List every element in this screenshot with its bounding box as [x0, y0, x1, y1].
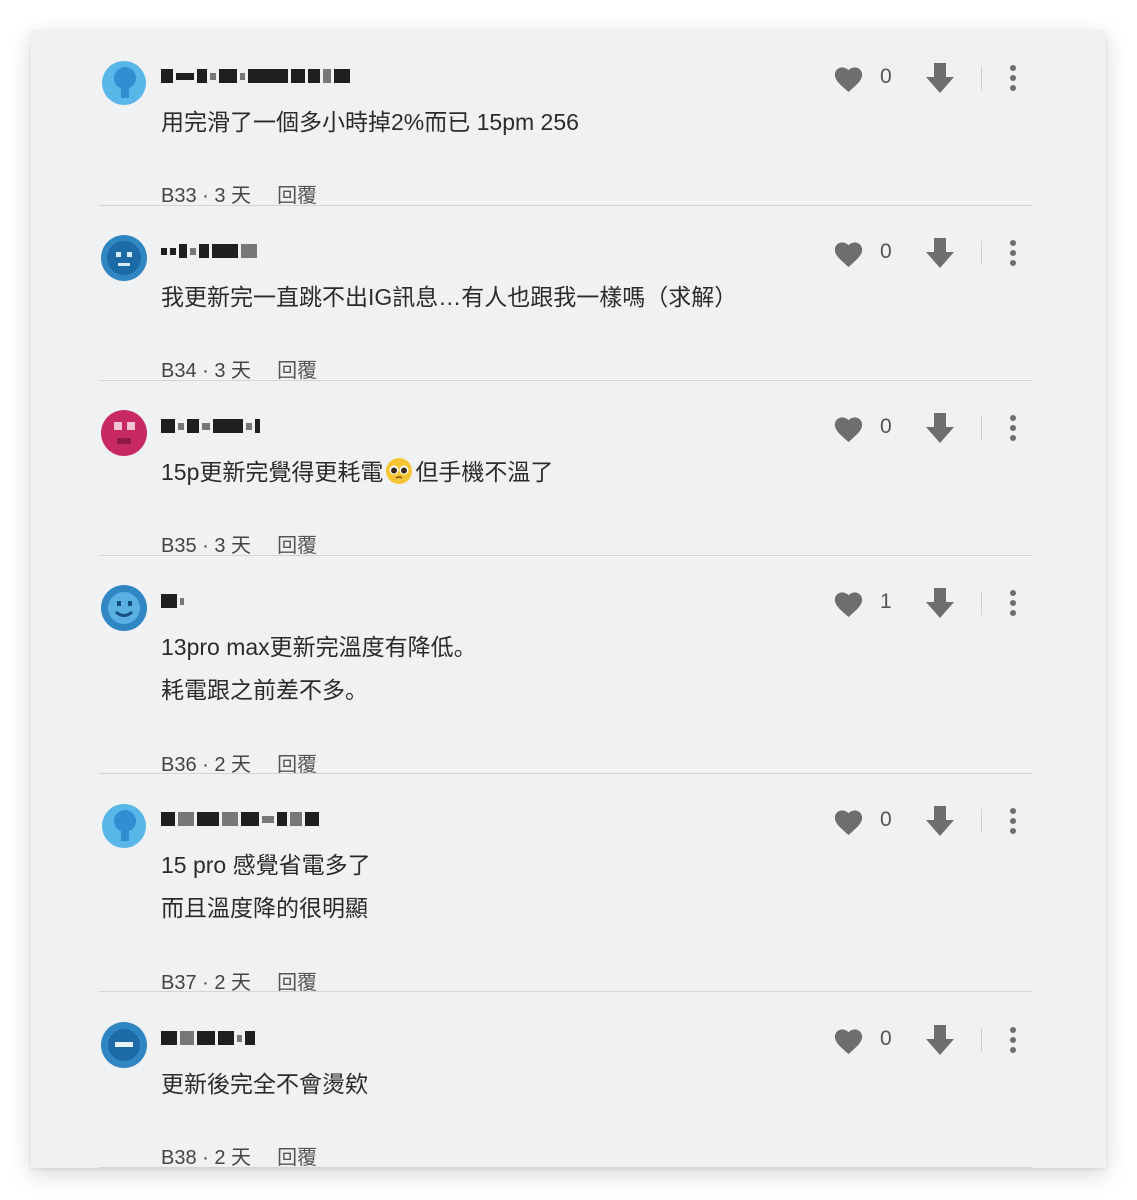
- divider: [981, 241, 982, 265]
- more-vertical-icon[interactable]: [1002, 806, 1024, 836]
- arrow-down-icon[interactable]: [924, 411, 956, 445]
- comment-meta: B35 · 3 天回覆: [161, 535, 318, 557]
- user-avatar[interactable]: [99, 233, 149, 283]
- arrow-down-icon[interactable]: [924, 236, 956, 270]
- more-vertical-icon[interactable]: [1002, 63, 1024, 93]
- comment-divider: [99, 205, 1032, 206]
- post-time: 3 天: [214, 185, 252, 207]
- comment-item: 15p更新完覺得更耗電 但手機不溫了 B35 · 3 天回覆 0: [99, 408, 1032, 557]
- comment-text-line: 15 pro 感覺省電多了: [161, 852, 371, 878]
- more-vertical-icon[interactable]: [1002, 588, 1024, 618]
- username-pixelated: [161, 417, 260, 435]
- divider: [981, 1028, 982, 1052]
- username-pixelated: [161, 67, 350, 85]
- divider: [981, 809, 982, 833]
- comment-text-part: 但手機不溫了: [415, 459, 554, 485]
- like-count: 0: [880, 240, 892, 263]
- comment-divider: [99, 555, 1032, 556]
- more-vertical-icon[interactable]: [1002, 238, 1024, 268]
- comment-text: 15 pro 感覺省電多了 而且溫度降的很明顯: [161, 844, 371, 930]
- comment-divider: [99, 991, 1032, 992]
- like-count: 0: [880, 65, 892, 88]
- floor-number: B33: [161, 185, 197, 207]
- comment-text-line: 用完滑了一個多小時掉2%而已 15pm 256: [161, 109, 579, 135]
- comment-text-part: 15p更新完覺得更耗電: [161, 459, 384, 485]
- comment-text: 我更新完一直跳不出IG訊息…有人也跟我一樣嗎（求解）: [161, 276, 737, 319]
- heart-icon[interactable]: [832, 588, 865, 618]
- comment-actions: 0: [832, 1023, 1032, 1057]
- more-vertical-icon[interactable]: [1002, 413, 1024, 443]
- comment-text: 13pro max更新完溫度有降低。 耗電跟之前差不多。: [161, 626, 477, 712]
- comment-text: 15p更新完覺得更耗電 但手機不溫了: [161, 451, 553, 494]
- user-avatar[interactable]: [99, 583, 149, 633]
- comment-meta: B38 · 2 天回覆: [161, 1147, 318, 1168]
- comment-item: 13pro max更新完溫度有降低。 耗電跟之前差不多。 B36 · 2 天回覆…: [99, 583, 1032, 776]
- comment-actions: 0: [832, 411, 1032, 445]
- divider: [981, 591, 982, 615]
- comment-text-line: 我更新完一直跳不出IG訊息…有人也跟我一樣嗎（求解）: [161, 284, 738, 310]
- heart-icon[interactable]: [832, 63, 865, 93]
- divider: [981, 416, 982, 440]
- user-avatar[interactable]: [99, 801, 149, 851]
- comment-divider: [99, 773, 1032, 774]
- username-pixelated: [161, 242, 257, 260]
- arrow-down-icon[interactable]: [924, 1023, 956, 1057]
- username-pixelated: [161, 1029, 255, 1047]
- more-vertical-icon[interactable]: [1002, 1025, 1024, 1055]
- comment-text: 更新後完全不會燙欸: [161, 1063, 368, 1106]
- reply-button[interactable]: 回覆: [277, 1147, 317, 1168]
- comment-divider: [99, 1167, 1032, 1168]
- heart-icon[interactable]: [832, 806, 865, 836]
- reply-button[interactable]: 回覆: [277, 185, 317, 207]
- user-avatar[interactable]: [99, 1020, 149, 1070]
- user-avatar[interactable]: [99, 408, 149, 458]
- username-pixelated: [161, 810, 319, 828]
- comment-list: 用完滑了一個多小時掉2%而已 15pm 256 B33 · 3 天回覆 0 我更…: [31, 31, 1106, 1168]
- like-count: 0: [880, 808, 892, 831]
- comment-divider: [99, 380, 1032, 381]
- comment-meta: B34 · 3 天回覆: [161, 360, 318, 382]
- comment-actions: 0: [832, 61, 1032, 95]
- floor-number: B34: [161, 360, 197, 382]
- comment-item: 15 pro 感覺省電多了 而且溫度降的很明顯 B37 · 2 天回覆 0: [99, 801, 1032, 994]
- heart-icon[interactable]: [832, 413, 865, 443]
- heart-icon[interactable]: [832, 1025, 865, 1055]
- like-count: 1: [880, 590, 892, 613]
- comment-text-line: 15p更新完覺得更耗電 但手機不溫了: [161, 451, 553, 494]
- username-pixelated: [161, 592, 184, 610]
- comment-text-line: 13pro max更新完溫度有降低。: [161, 634, 477, 660]
- comment-actions: 0: [832, 804, 1032, 838]
- arrow-down-icon[interactable]: [924, 61, 956, 95]
- floor-number: B38: [161, 1147, 197, 1168]
- comment-item: 用完滑了一個多小時掉2%而已 15pm 256 B33 · 3 天回覆 0: [99, 58, 1032, 207]
- user-avatar[interactable]: [99, 58, 149, 108]
- post-time: 3 天: [214, 360, 252, 382]
- arrow-down-icon[interactable]: [924, 804, 956, 838]
- comment-meta: B33 · 3 天回覆: [161, 185, 318, 207]
- comment-actions: 1: [832, 586, 1032, 620]
- comment-text-line: 更新後完全不會燙欸: [161, 1071, 368, 1097]
- reply-button[interactable]: 回覆: [277, 360, 317, 382]
- like-count: 0: [880, 1027, 892, 1050]
- pleading-face-emoji: [386, 458, 413, 484]
- divider: [981, 66, 982, 90]
- reply-button[interactable]: 回覆: [277, 535, 317, 557]
- like-count: 0: [880, 415, 892, 438]
- heart-icon[interactable]: [832, 238, 865, 268]
- comment-text-line: 耗電跟之前差不多。: [161, 677, 368, 703]
- comment-item: 我更新完一直跳不出IG訊息…有人也跟我一樣嗎（求解） B34 · 3 天回覆 0: [99, 233, 1032, 382]
- comment-text: 用完滑了一個多小時掉2%而已 15pm 256: [161, 101, 579, 144]
- comment-item: 更新後完全不會燙欸 B38 · 2 天回覆 0: [99, 1020, 1032, 1168]
- floor-number: B35: [161, 535, 197, 557]
- post-time: 2 天: [214, 1147, 252, 1168]
- post-time: 3 天: [214, 535, 252, 557]
- comment-actions: 0: [832, 236, 1032, 270]
- arrow-down-icon[interactable]: [924, 586, 956, 620]
- comment-text-line: 而且溫度降的很明顯: [161, 895, 368, 921]
